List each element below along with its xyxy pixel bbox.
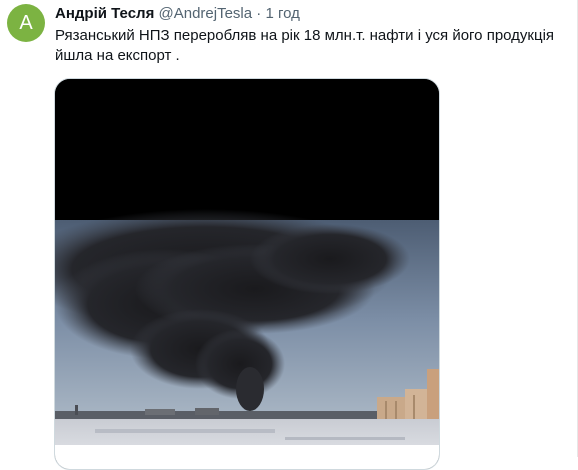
author-handle[interactable]: @AndrejTesla (159, 5, 253, 22)
tweet-card[interactable]: A Андрій Тесля @AndrejTesla · 1 год Ряза… (0, 0, 578, 470)
media-photo (55, 79, 439, 469)
separator-dot: · (256, 5, 262, 22)
avatar-letter: A (19, 11, 33, 34)
tweet-media[interactable] (54, 78, 440, 470)
tweet-time[interactable]: 1 год (265, 5, 299, 22)
avatar[interactable]: A (7, 4, 45, 42)
tweet-header: Андрій Тесля @AndrejTesla · 1 год (55, 5, 300, 23)
tweet-text: Рязанський НПЗ переробляв на рік 18 млн.… (55, 27, 555, 64)
author-name[interactable]: Андрій Тесля (55, 5, 154, 22)
